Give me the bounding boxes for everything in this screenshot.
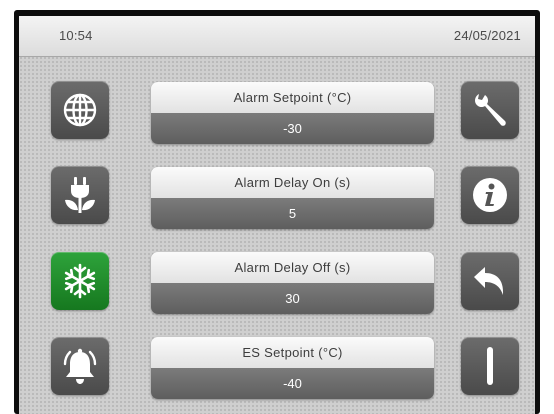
param-value-field[interactable]: 30	[151, 283, 434, 314]
param-value-field[interactable]: -40	[151, 368, 434, 399]
snowflake-icon	[64, 263, 96, 299]
param-alarm-setpoint[interactable]: Alarm Setpoint (°C) -30	[151, 82, 434, 144]
globe-icon	[63, 93, 97, 127]
back-button[interactable]	[461, 252, 519, 310]
status-bar: 10:54 24/05/2021	[19, 16, 535, 57]
clock-time: 10:54	[59, 28, 93, 43]
param-label: Alarm Delay Off (s)	[151, 252, 434, 283]
alarm-bell-icon	[63, 348, 97, 384]
back-arrow-icon	[474, 267, 504, 295]
energy-button[interactable]	[51, 166, 109, 224]
param-alarm-delay-off[interactable]: Alarm Delay Off (s) 30	[151, 252, 434, 314]
plug-leaf-icon	[65, 177, 95, 213]
param-label: Alarm Setpoint (°C)	[151, 82, 434, 113]
power-button[interactable]	[461, 337, 519, 395]
hmi-screen: 10:54 24/05/2021 Alarm Setpoint (°C) -30…	[19, 16, 535, 414]
settings-button[interactable]	[461, 81, 519, 139]
power-bar-icon	[487, 347, 493, 385]
param-alarm-delay-on[interactable]: Alarm Delay On (s) 5	[151, 167, 434, 229]
refrigeration-button[interactable]	[51, 252, 109, 310]
alarm-button[interactable]	[51, 337, 109, 395]
device-bezel: 10:54 24/05/2021 Alarm Setpoint (°C) -30…	[14, 10, 540, 414]
param-label: ES Setpoint (°C)	[151, 337, 434, 368]
globe-button[interactable]	[51, 81, 109, 139]
info-icon	[473, 178, 507, 212]
info-button[interactable]	[461, 166, 519, 224]
param-value-field[interactable]: -30	[151, 113, 434, 144]
clock-date: 24/05/2021	[453, 28, 521, 43]
param-label: Alarm Delay On (s)	[151, 167, 434, 198]
wrench-icon	[475, 94, 506, 126]
param-es-setpoint[interactable]: ES Setpoint (°C) -40	[151, 337, 434, 399]
param-value-field[interactable]: 5	[151, 198, 434, 229]
